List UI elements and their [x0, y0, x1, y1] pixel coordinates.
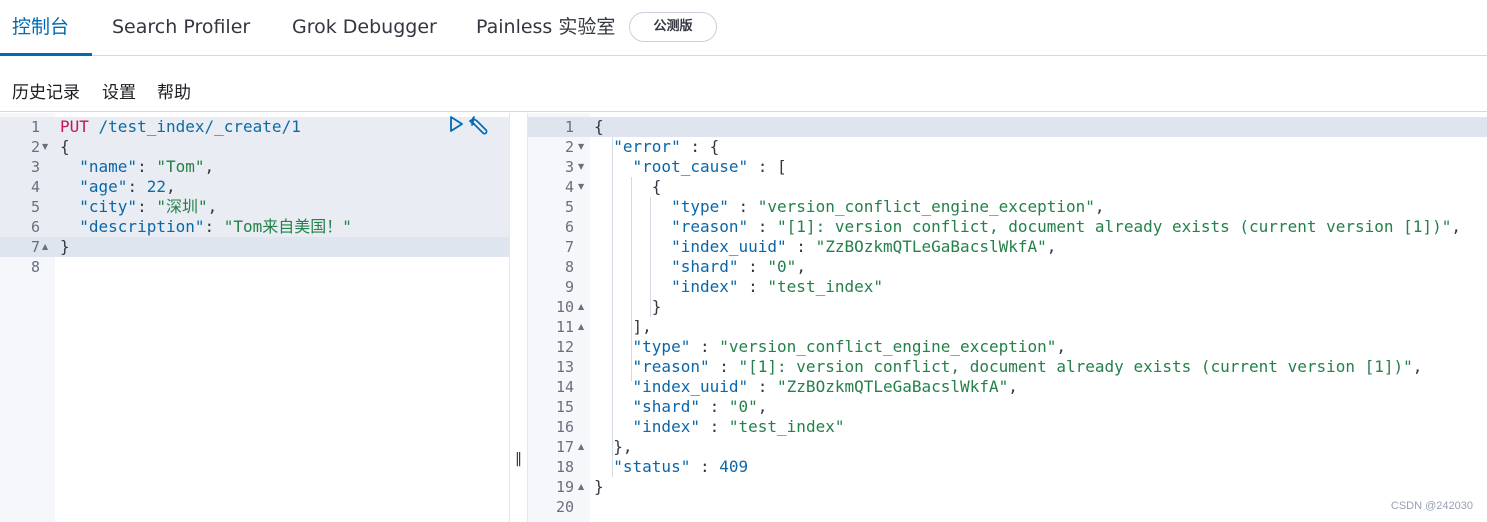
code-text: "type" : "version_conflict_engine_except…	[632, 337, 1067, 356]
code-text: "root_cause" : [	[632, 157, 787, 176]
tab-console[interactable]: 控制台	[0, 0, 92, 56]
line-number: 6	[30, 218, 40, 236]
code-text: "type" : "version_conflict_engine_except…	[671, 197, 1105, 216]
code-text: ],	[594, 317, 652, 336]
wrench-icon[interactable]	[468, 114, 490, 136]
fold-open-icon[interactable]: ▼	[578, 177, 584, 197]
line-number: 15	[555, 398, 574, 416]
code-text: "reason" : "[1]: version conflict, docum…	[671, 217, 1461, 236]
beta-badge: 公测版	[629, 12, 717, 42]
code-text: }	[594, 477, 604, 496]
line-number: 7	[30, 238, 40, 256]
settings-link[interactable]: 设置	[102, 78, 136, 103]
code-text: {	[594, 177, 662, 196]
indent-guide	[650, 197, 651, 317]
tab-grok-debugger[interactable]: Grok Debugger	[292, 0, 437, 56]
fold-open-icon[interactable]: ▼	[578, 157, 584, 177]
line-number: 2	[30, 138, 40, 156]
line-number: 14	[555, 378, 574, 396]
line-number: 20	[555, 498, 574, 516]
code-text: }	[60, 237, 70, 256]
line-number: 16	[555, 418, 574, 436]
line-number: 19	[555, 478, 574, 496]
line-number: 2	[564, 138, 574, 156]
code-text: "index_uuid" : "ZzBOzkmQTLeGaBacslWkfA",	[632, 377, 1018, 396]
line-number: 3	[564, 158, 574, 176]
code-text: "description": "Tom来自美国！"	[79, 217, 352, 236]
fold-open-icon[interactable]: ▼	[578, 137, 584, 157]
line-number: 5	[564, 198, 574, 216]
top-tabs: 控制台 Search Profiler Grok Debugger Painle…	[0, 0, 1487, 56]
indent-guide	[612, 137, 613, 477]
line-number: 7	[564, 238, 574, 256]
line-number: 6	[564, 218, 574, 236]
code-text: "status" : 409	[613, 457, 749, 476]
indent-guide	[631, 177, 632, 381]
console-menu: 历史记录 设置 帮助	[0, 56, 1487, 112]
code-text: "index" : "test_index"	[671, 277, 883, 296]
line-number: 18	[555, 458, 574, 476]
fold-close-icon[interactable]: ▲	[42, 237, 48, 257]
resizer-handle-icon: ‖	[515, 451, 522, 467]
tab-painless-lab[interactable]: Painless 实验室	[476, 0, 615, 56]
code-text: "name": "Tom",	[79, 157, 215, 176]
code-text: "reason" : "[1]: version conflict, docum…	[632, 357, 1423, 376]
code-text: "shard" : "0",	[632, 397, 768, 416]
line-number: 10	[555, 298, 574, 316]
line-number: 13	[555, 358, 574, 376]
fold-close-icon[interactable]: ▲	[578, 477, 584, 497]
code-text: },	[594, 437, 633, 456]
code-line	[0, 137, 509, 157]
pane-resizer[interactable]: ‖	[509, 113, 528, 522]
code-text: {	[60, 137, 70, 156]
code-text: "index_uuid" : "ZzBOzkmQTLeGaBacslWkfA",	[671, 237, 1057, 256]
fold-close-icon[interactable]: ▲	[578, 297, 584, 317]
line-number: 11	[555, 318, 574, 336]
tab-search-profiler[interactable]: Search Profiler	[112, 0, 250, 56]
fold-close-icon[interactable]: ▲	[578, 317, 584, 337]
code-text: {	[594, 117, 604, 136]
line-number: 4	[30, 178, 40, 196]
code-line	[528, 117, 1487, 137]
code-text: }	[594, 297, 662, 316]
code-text: PUT /test_index/_create/1	[60, 117, 301, 136]
line-number: 1	[30, 118, 40, 136]
fold-close-icon[interactable]: ▲	[578, 437, 584, 457]
line-number: 12	[555, 338, 574, 356]
code-line	[0, 237, 509, 257]
watermark: CSDN @242030	[1390, 500, 1473, 512]
code-text: "shard" : "0",	[671, 257, 806, 276]
code-text: "age": 22,	[79, 177, 176, 196]
line-number: 3	[30, 158, 40, 176]
request-editor[interactable]: 1 PUT /test_index/_create/1 2 ▼ {3 "name": "…	[0, 113, 509, 522]
fold-open-icon[interactable]: ▼	[42, 137, 48, 157]
line-number: 9	[564, 278, 574, 296]
play-icon[interactable]	[447, 115, 465, 133]
code-text: "city": "深圳",	[79, 197, 218, 216]
help-link[interactable]: 帮助	[157, 78, 191, 103]
line-number: 1	[564, 118, 574, 136]
line-number: 8	[564, 258, 574, 276]
response-viewer[interactable]: 1{2 ▼ "error" : {3 ▼ "root_cause" : [4 ▼ {5…	[528, 113, 1487, 522]
code-text: "index" : "test_index"	[632, 417, 845, 436]
history-link[interactable]: 历史记录	[12, 78, 80, 103]
line-number: 17	[555, 438, 574, 456]
line-number: 8	[30, 258, 40, 276]
line-number: 5	[30, 198, 40, 216]
line-number: 4	[564, 178, 574, 196]
